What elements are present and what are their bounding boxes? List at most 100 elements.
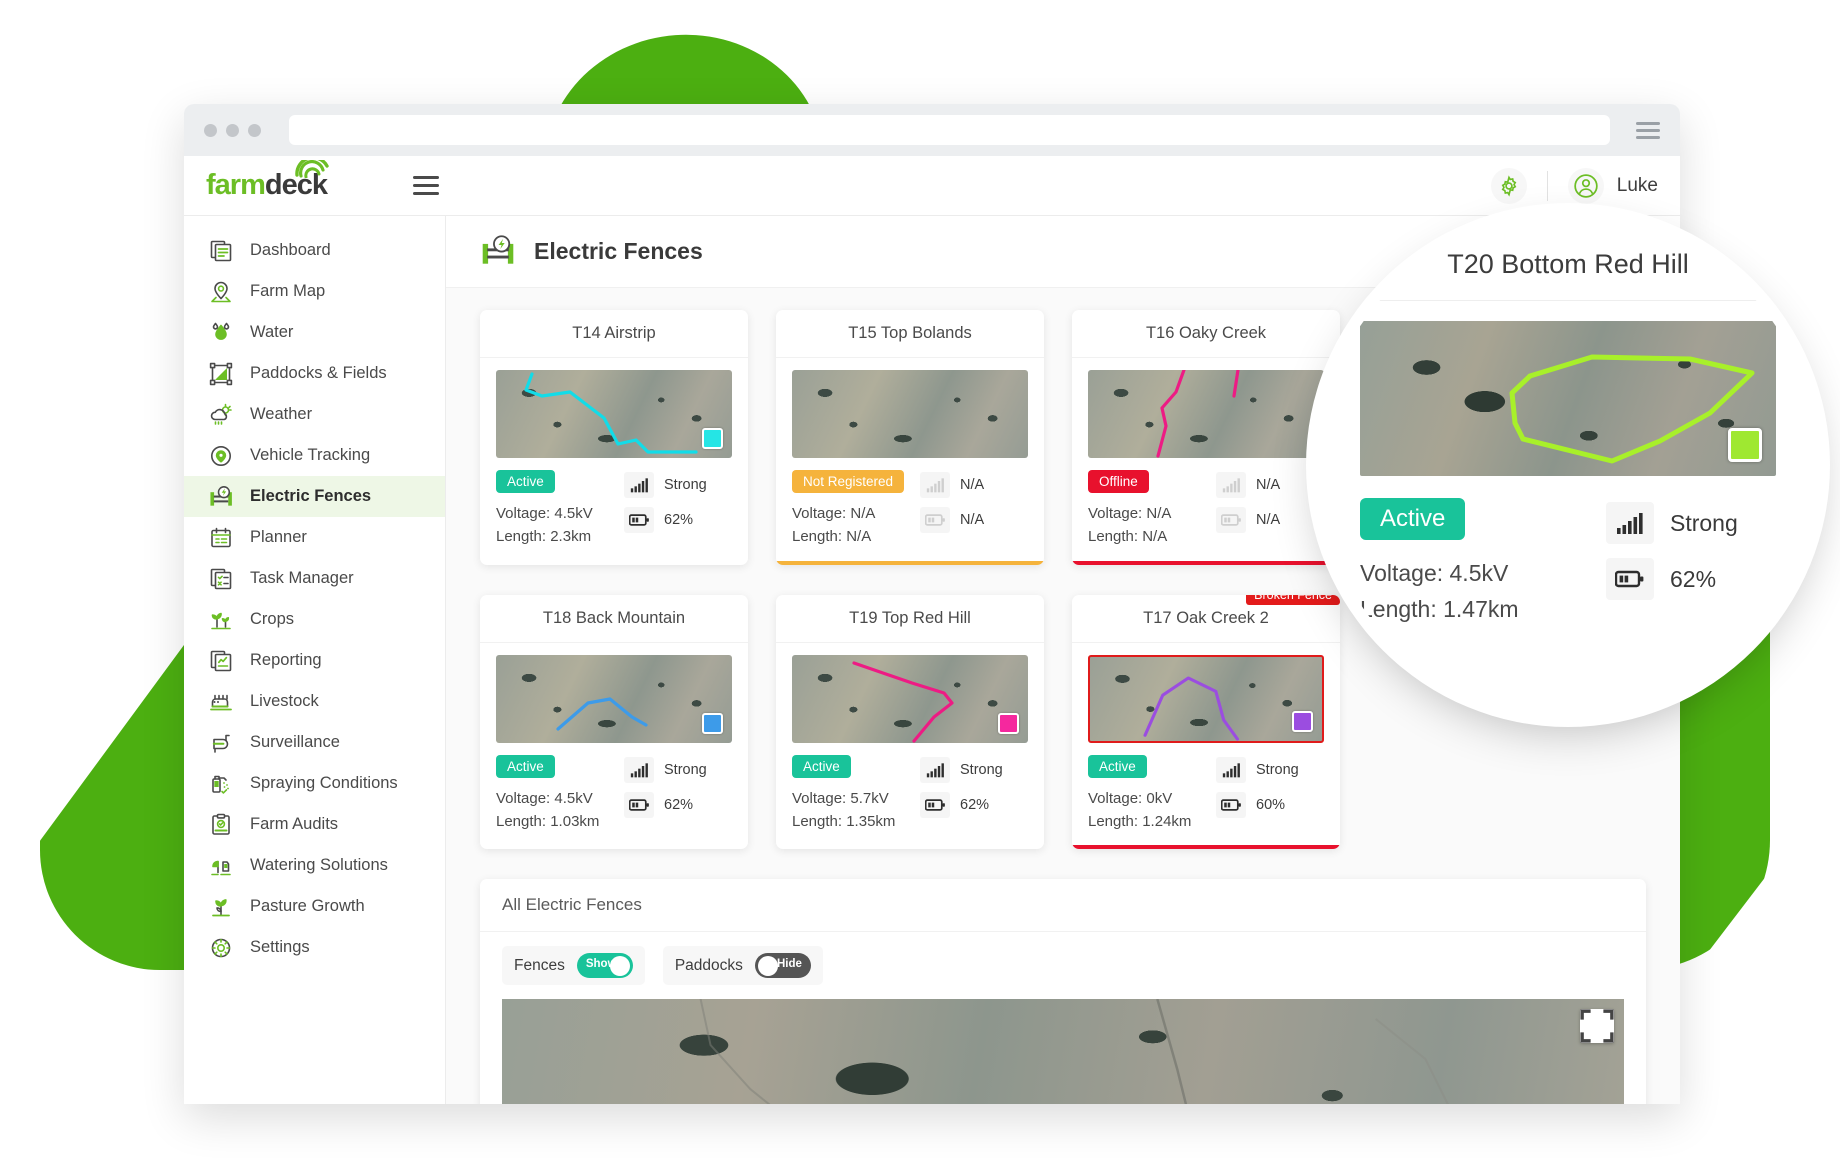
fence-card-title: T15 Top Bolands	[776, 310, 1044, 358]
fence-stats-right: Strong 62%	[624, 755, 732, 834]
screenshot-stage: farmdeck	[0, 0, 1840, 1170]
sidebar-item-vehicle-tracking[interactable]: Vehicle Tracking	[184, 435, 445, 476]
signal-bars-glyph	[1222, 477, 1241, 493]
fence-status-badge: Offline	[1088, 470, 1149, 493]
sidebar-item-pasture-growth[interactable]: Pasture Growth	[184, 886, 445, 927]
magnifier-overlay: T20 Bottom Red Hill Active Voltage: 4.5k…	[1318, 215, 1818, 715]
sidebar-item-spraying-conditions[interactable]: Spraying Conditions	[184, 763, 445, 804]
map-pin-icon	[208, 279, 234, 305]
fence-thumbnail[interactable]	[792, 370, 1028, 458]
weather-icon	[208, 402, 234, 428]
signal-bars-icon	[920, 472, 950, 498]
fence-card[interactable]: T19 Top Red Hill Active Voltage: 5.7kV L…	[776, 595, 1044, 850]
sidebar-item-electric-fences[interactable]: Electric Fences	[184, 476, 445, 517]
sidebar-item-settings[interactable]: Settings	[184, 927, 445, 968]
wifi-signal-icon	[295, 160, 329, 178]
signal-bars-glyph	[926, 477, 945, 493]
farmdeck-logo[interactable]: farmdeck	[206, 169, 327, 202]
signal-bars-icon	[624, 757, 654, 783]
fence-thumbnail[interactable]	[1088, 655, 1324, 743]
fence-thumbnail[interactable]	[1088, 370, 1324, 458]
fence-length: Length: N/A	[792, 525, 920, 548]
window-close-dot[interactable]	[204, 124, 217, 137]
sidebar-item-weather[interactable]: Weather	[184, 394, 445, 435]
fence-signal-value: Strong	[664, 762, 707, 778]
fences-toggle-label: Fences	[514, 957, 565, 975]
window-maximize-dot[interactable]	[248, 124, 261, 137]
battery-icon	[624, 507, 654, 533]
fence-card-title: T18 Back Mountain	[480, 595, 748, 643]
fences-toggle-group: Fences Show	[502, 946, 645, 985]
signal-bars-icon	[1216, 472, 1246, 498]
magnified-stats-left: Active Voltage: 4.5kV Length: 1.47km	[1360, 498, 1606, 627]
signal-bars-glyph	[926, 762, 945, 778]
fence-card[interactable]: T15 Top Bolands Not Registered Voltage: …	[776, 310, 1044, 565]
fence-battery-metric: 62%	[920, 792, 1028, 818]
fence-card-title: T19 Top Red Hill	[776, 595, 1044, 643]
fence-card-stats: Offline Voltage: N/A Length: N/A N/A	[1088, 470, 1324, 549]
sidebar-item-dashboard[interactable]: Dashboard	[184, 230, 445, 271]
fence-card-title: T16 Oaky Creek	[1072, 310, 1340, 358]
sidebar-item-livestock[interactable]: Livestock	[184, 681, 445, 722]
sidebar-item-crops[interactable]: Crops	[184, 599, 445, 640]
fullscreen-icon[interactable]	[1580, 1009, 1614, 1043]
sidebar-item-farm-audits[interactable]: Farm Audits	[184, 804, 445, 845]
signal-bars-glyph	[630, 762, 649, 778]
browser-menu-icon[interactable]	[1636, 122, 1660, 139]
all-fences-map[interactable]	[502, 999, 1624, 1104]
magnified-fence-swatch	[1728, 428, 1762, 462]
sidebar-item-surveillance[interactable]: Surveillance	[184, 722, 445, 763]
battery-icon	[1216, 792, 1246, 818]
fence-stats-right: Strong 62%	[920, 755, 1028, 834]
paddocks-toggle-knob	[758, 956, 778, 976]
signal-bars-glyph	[1222, 762, 1241, 778]
fence-length: Length: 1.24km	[1088, 810, 1216, 833]
paddocks-toggle-switch[interactable]: Hide	[755, 953, 811, 978]
fence-thumbnail[interactable]	[792, 655, 1028, 743]
fence-battery-value: 62%	[664, 512, 693, 528]
fence-voltage: Voltage: 4.5kV	[496, 787, 624, 810]
all-fences-title: All Electric Fences	[480, 879, 1646, 932]
battery-glyph	[925, 798, 946, 812]
user-avatar-icon[interactable]	[1568, 168, 1604, 204]
battery-glyph	[1221, 513, 1242, 527]
fence-battery-value: 62%	[960, 797, 989, 813]
map-fence-overlays	[502, 999, 1624, 1104]
fence-card[interactable]: T17 Oak Creek 2 Broken Fence Active Volt…	[1072, 595, 1340, 850]
fences-toggle-switch[interactable]: Show	[577, 953, 633, 978]
fence-signal-value: N/A	[1256, 477, 1280, 493]
fence-signal-metric: Strong	[624, 472, 732, 498]
sidebar-item-reporting[interactable]: Reporting	[184, 640, 445, 681]
gear-icon[interactable]	[1491, 168, 1527, 204]
fence-card-body: Broken Fence Active Voltage: 0kV Length:…	[1072, 643, 1340, 850]
sidebar-toggle-icon[interactable]	[413, 176, 439, 195]
sidebar-item-water[interactable]: Water	[184, 312, 445, 353]
sidebar-item-farm-map[interactable]: Farm Map	[184, 271, 445, 312]
sidebar-item-watering-solutions[interactable]: Watering Solutions	[184, 845, 445, 886]
fence-path-overlay	[1088, 370, 1324, 458]
fence-thumbnail[interactable]	[496, 370, 732, 458]
fence-card[interactable]: T16 Oaky Creek Offline Voltage: N/A Leng…	[1072, 310, 1340, 565]
fence-color-swatch	[998, 713, 1019, 734]
fence-card[interactable]: T14 Airstrip Active Voltage: 4.5kV Lengt…	[480, 310, 748, 565]
sidebar-item-planner[interactable]: Planner	[184, 517, 445, 558]
fence-signal-metric: Strong	[1216, 757, 1324, 783]
window-minimize-dot[interactable]	[226, 124, 239, 137]
fence-battery-value: N/A	[960, 512, 984, 528]
sidebar-item-label: Task Manager	[250, 569, 354, 588]
fence-voltage: Voltage: N/A	[1088, 502, 1216, 525]
browser-chrome	[184, 104, 1680, 156]
sidebar-item-task-manager[interactable]: Task Manager	[184, 558, 445, 599]
signal-bars-icon	[1216, 757, 1246, 783]
settings-icon	[208, 935, 234, 961]
fence-signal-value: Strong	[960, 762, 1003, 778]
address-bar[interactable]	[289, 115, 1610, 145]
battery-glyph	[1615, 569, 1645, 589]
sidebar-item-paddocks-fields[interactable]: Paddocks & Fields	[184, 353, 445, 394]
broken-fence-badge: Broken Fence	[1246, 595, 1340, 605]
fence-thumbnail[interactable]	[496, 655, 732, 743]
magnified-fence-thumbnail[interactable]	[1360, 321, 1776, 476]
sidebar-item-label: Pasture Growth	[250, 897, 365, 916]
fence-length: Length: 1.03km	[496, 810, 624, 833]
fence-card[interactable]: T18 Back Mountain Active Voltage: 4.5kV …	[480, 595, 748, 850]
